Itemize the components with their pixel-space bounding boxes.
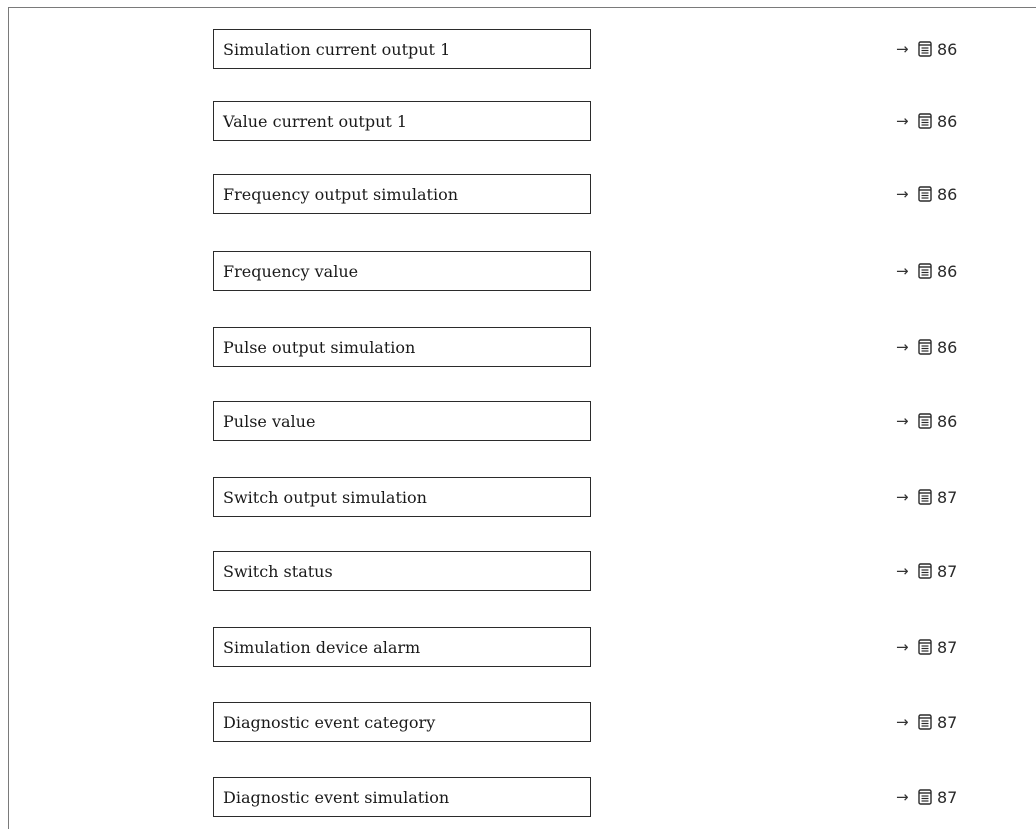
parameter-box[interactable]: Simulation device alarm [213, 627, 591, 667]
page-reference-link[interactable]: → 86 [896, 261, 957, 281]
parameter-row: Pulse output simulation → 86 [0, 327, 1036, 367]
book-page-icon [918, 113, 932, 129]
page-number: 86 [937, 39, 958, 59]
parameter-row: Switch status → 87 [0, 551, 1036, 591]
page-reference-link[interactable]: → 86 [896, 337, 957, 357]
book-page-icon [918, 489, 932, 505]
page-reference-link[interactable]: → 87 [896, 561, 957, 581]
parameter-label: Frequency output simulation [223, 185, 458, 204]
page-number: 86 [937, 111, 958, 131]
arrow-right-icon: → [896, 488, 909, 506]
book-page-icon [918, 186, 932, 202]
parameter-label: Switch status [223, 562, 333, 581]
parameter-box[interactable]: Diagnostic event simulation [213, 777, 591, 817]
parameter-row: Pulse value → 86 [0, 401, 1036, 441]
parameter-row: Frequency value → 86 [0, 251, 1036, 291]
parameter-box[interactable]: Switch output simulation [213, 477, 591, 517]
parameter-row: Diagnostic event category → 87 [0, 702, 1036, 742]
page-reference-link[interactable]: → 87 [896, 712, 957, 732]
page-reference-link[interactable]: → 86 [896, 39, 957, 59]
parameter-row: Switch output simulation → 87 [0, 477, 1036, 517]
page-number: 87 [937, 712, 958, 732]
page-reference-link[interactable]: → 86 [896, 411, 957, 431]
parameter-row: Diagnostic event simulation → 87 [0, 777, 1036, 817]
page-number: 86 [937, 184, 958, 204]
parameter-box[interactable]: Diagnostic event category [213, 702, 591, 742]
parameter-box[interactable]: Frequency output simulation [213, 174, 591, 214]
parameter-box[interactable]: Pulse value [213, 401, 591, 441]
parameter-box[interactable]: Pulse output simulation [213, 327, 591, 367]
frame-top-border [8, 7, 1036, 8]
parameter-label: Switch output simulation [223, 488, 427, 507]
page-reference-link[interactable]: → 87 [896, 637, 957, 657]
page-number: 87 [937, 487, 958, 507]
book-page-icon [918, 413, 932, 429]
parameter-row: Value current output 1 → 86 [0, 101, 1036, 141]
arrow-right-icon: → [896, 788, 909, 806]
page-number: 86 [937, 337, 958, 357]
page-reference-link[interactable]: → 87 [896, 487, 957, 507]
page-reference-link[interactable]: → 87 [896, 787, 957, 807]
book-page-icon [918, 714, 932, 730]
parameter-box[interactable]: Value current output 1 [213, 101, 591, 141]
arrow-right-icon: → [896, 40, 909, 58]
parameter-box[interactable]: Switch status [213, 551, 591, 591]
arrow-right-icon: → [896, 185, 909, 203]
parameter-label: Diagnostic event category [223, 713, 436, 732]
book-page-icon [918, 563, 932, 579]
book-page-icon [918, 789, 932, 805]
book-page-icon [918, 339, 932, 355]
book-page-icon [918, 639, 932, 655]
page-reference-link[interactable]: → 86 [896, 184, 957, 204]
arrow-right-icon: → [896, 412, 909, 430]
page-number: 87 [937, 561, 958, 581]
parameter-box[interactable]: Simulation current output 1 [213, 29, 591, 69]
parameter-row: Simulation current output 1 → 86 [0, 29, 1036, 69]
parameter-label: Simulation device alarm [223, 638, 421, 657]
page-number: 86 [937, 411, 958, 431]
parameter-box[interactable]: Frequency value [213, 251, 591, 291]
parameter-row: Simulation device alarm → 87 [0, 627, 1036, 667]
arrow-right-icon: → [896, 262, 909, 280]
parameter-row: Frequency output simulation → 86 [0, 174, 1036, 214]
book-page-icon [918, 41, 932, 57]
book-page-icon [918, 263, 932, 279]
arrow-right-icon: → [896, 112, 909, 130]
parameter-label: Pulse value [223, 412, 316, 431]
arrow-right-icon: → [896, 338, 909, 356]
page-number: 87 [937, 637, 958, 657]
parameter-label: Value current output 1 [223, 112, 408, 131]
arrow-right-icon: → [896, 713, 909, 731]
parameter-label: Frequency value [223, 262, 359, 281]
parameter-label: Simulation current output 1 [223, 40, 451, 59]
parameter-label: Pulse output simulation [223, 338, 416, 357]
page-reference-link[interactable]: → 86 [896, 111, 957, 131]
parameter-label: Diagnostic event simulation [223, 788, 450, 807]
arrow-right-icon: → [896, 638, 909, 656]
page-number: 87 [937, 787, 958, 807]
page-number: 86 [937, 261, 958, 281]
arrow-right-icon: → [896, 562, 909, 580]
